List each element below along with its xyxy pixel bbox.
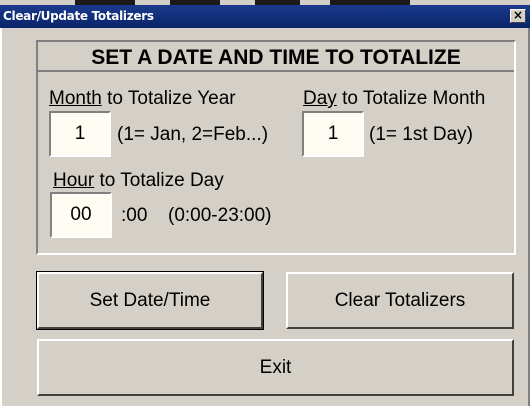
day-label: Day to Totalize Month [303, 88, 485, 110]
day-label-underlined: Day [303, 88, 337, 109]
hour-label: Hour to Totalize Day [53, 170, 224, 192]
month-input[interactable]: 1 [49, 111, 111, 157]
day-label-rest: to Totalize Month [336, 88, 486, 109]
hour-suffix: :00 [121, 205, 148, 226]
hour-label-rest: to Totalize Day [94, 170, 224, 191]
month-label: Month to Totalize Year [49, 88, 236, 110]
day-hint: (1= 1st Day) [369, 124, 474, 145]
clear-totalizers-button[interactable]: Clear Totalizers [286, 272, 514, 329]
set-date-time-button[interactable]: Set Date/Time [36, 271, 264, 330]
exit-button[interactable]: Exit [37, 339, 514, 396]
window-title: Clear/Update Totalizers [3, 9, 154, 23]
hour-input[interactable]: 00 [50, 192, 112, 238]
month-hint: (1= Jan, 2=Feb...) [117, 124, 269, 145]
panel-heading: SET A DATE AND TIME TO TOTALIZE [38, 42, 514, 72]
month-label-underlined: Month [49, 88, 102, 109]
hour-hint: (0:00-23:00) [168, 205, 272, 226]
day-input[interactable]: 1 [302, 111, 364, 157]
month-label-rest: to Totalize Year [101, 88, 236, 109]
close-icon[interactable]: × [510, 9, 526, 23]
hour-label-underlined: Hour [53, 170, 95, 191]
title-bar[interactable]: Clear/Update Totalizers × [0, 5, 530, 28]
